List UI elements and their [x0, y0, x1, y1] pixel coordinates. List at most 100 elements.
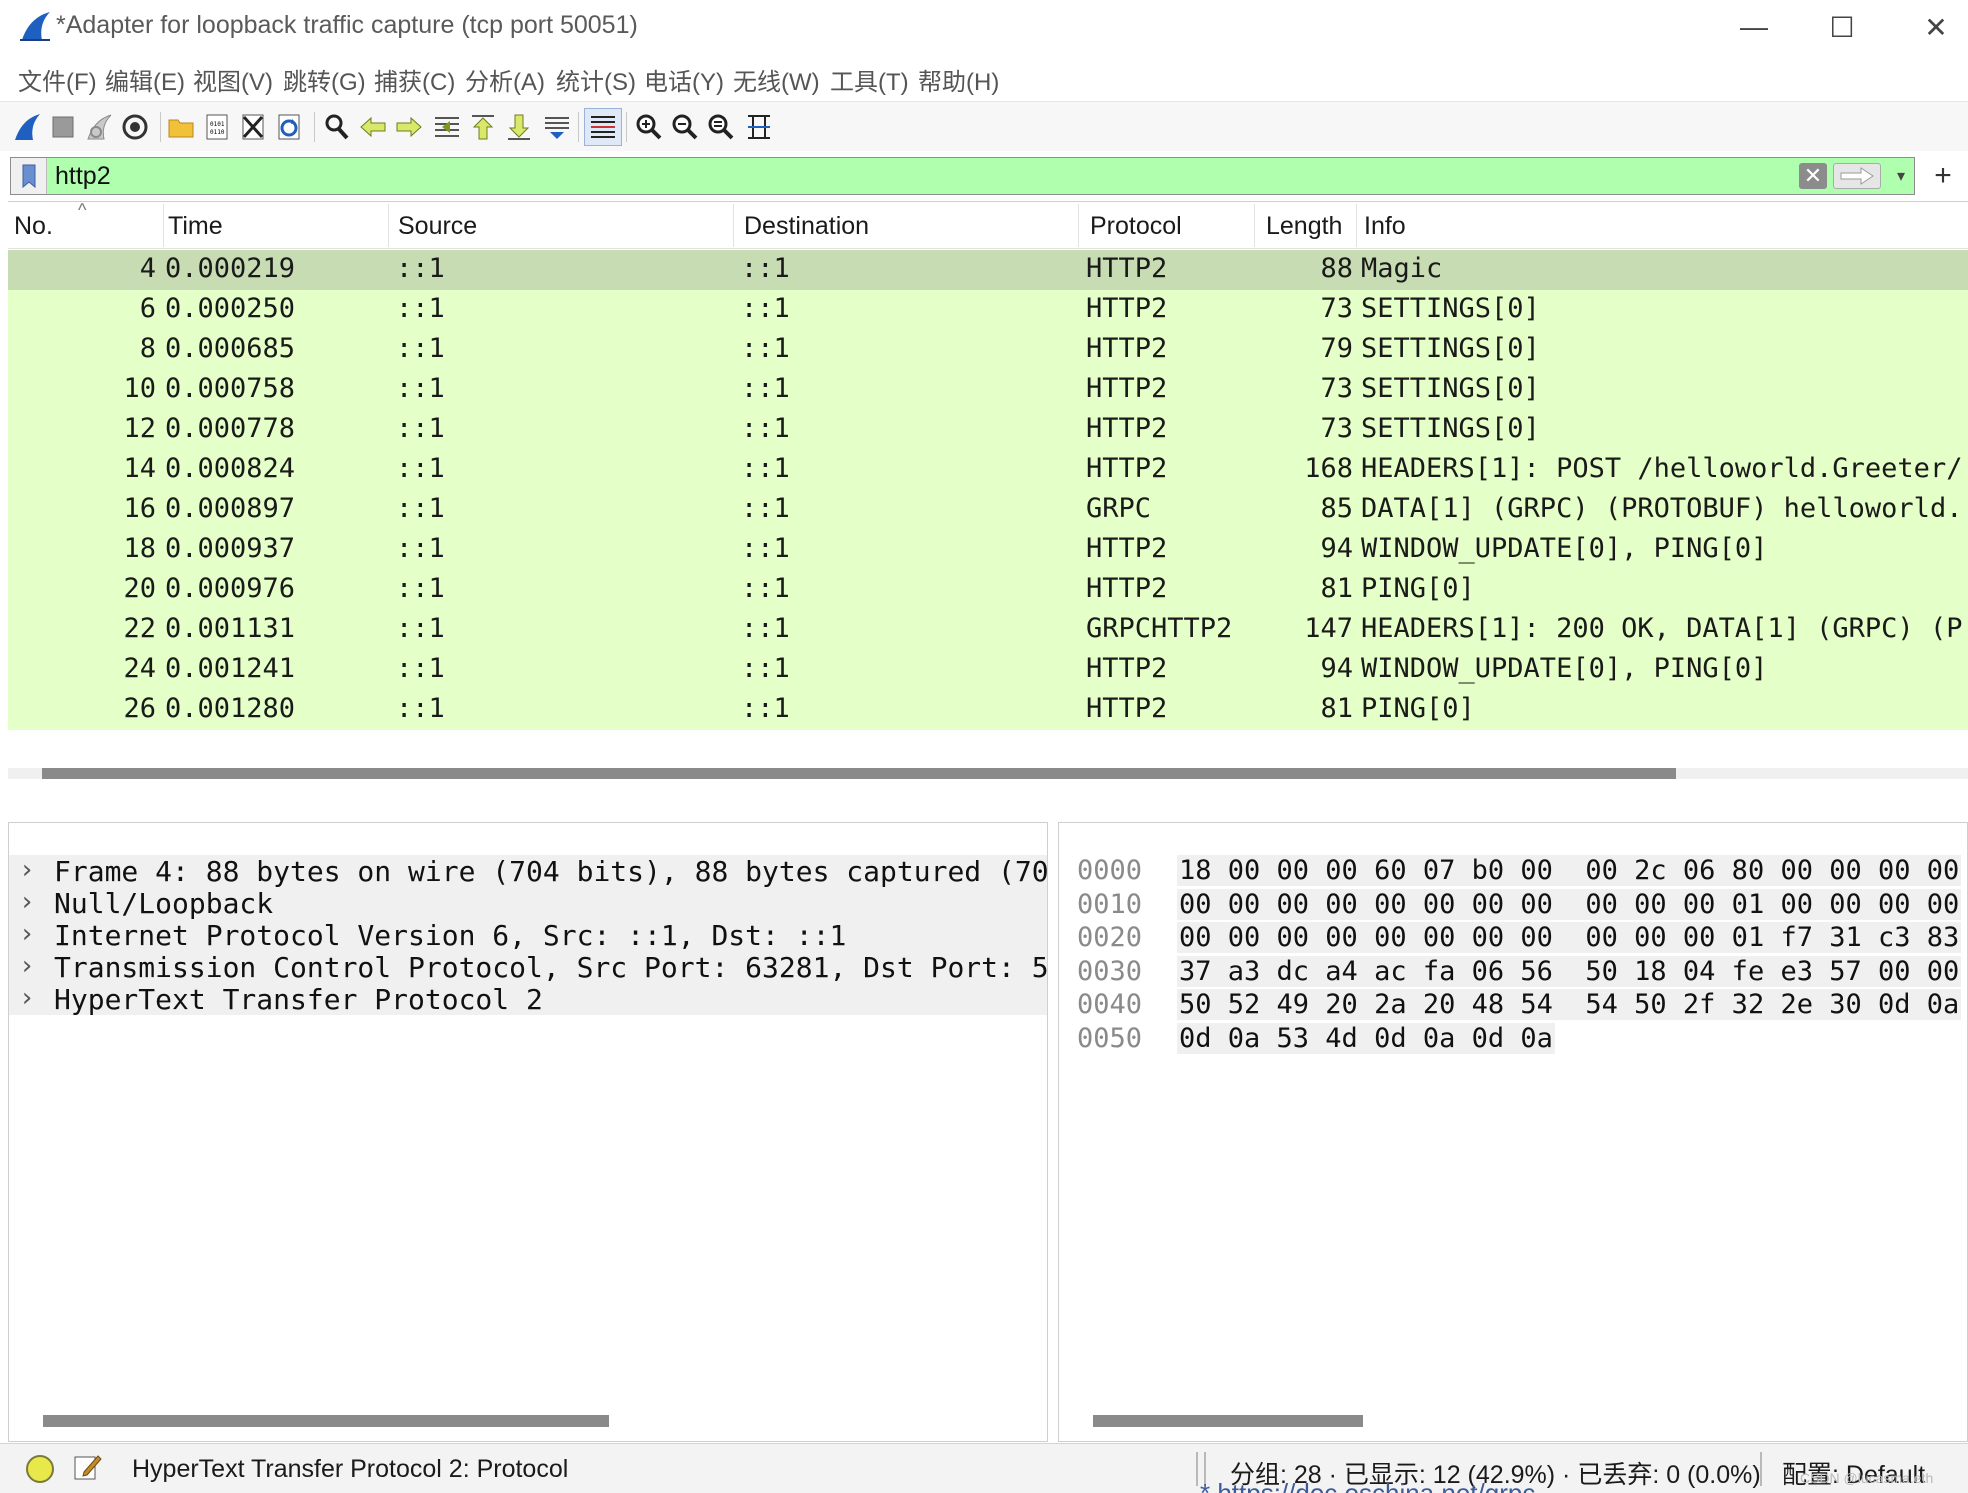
- minimize-button[interactable]: —: [1724, 6, 1784, 48]
- packet-row[interactable]: 4 0.000219::1::1 HTTP2 88 Magic: [8, 250, 1968, 290]
- menu-help[interactable]: 帮助(H): [918, 62, 999, 97]
- menu-statistics[interactable]: 统计(S): [556, 62, 636, 97]
- auto-scroll-icon: [545, 117, 569, 139]
- bytes-hscroll-thumb[interactable]: [1093, 1415, 1363, 1427]
- menu-go[interactable]: 跳转(G): [283, 62, 366, 97]
- go-to-packet-button[interactable]: [428, 108, 466, 146]
- open-file-button[interactable]: [162, 108, 200, 146]
- filter-history-dropdown[interactable]: ▾: [1887, 162, 1915, 190]
- add-filter-button[interactable]: +: [1926, 158, 1960, 194]
- zoom-reset-button[interactable]: [702, 108, 740, 146]
- close-file-button[interactable]: [234, 108, 272, 146]
- packet-row[interactable]: 14 0.000824::1::1 HTTP2 168 HEADERS[1]: POST…: [8, 450, 1968, 490]
- column-divider[interactable]: [733, 204, 734, 247]
- hex-offset: 0030: [1077, 955, 1143, 987]
- menu-analyze[interactable]: 分析(A): [465, 62, 545, 97]
- display-filter-input[interactable]: [55, 158, 1795, 194]
- capture-options-button[interactable]: [116, 108, 154, 146]
- go-first-button[interactable]: [464, 108, 502, 146]
- close-window-button[interactable]: ✕: [1906, 6, 1966, 48]
- hex-bytes[interactable]: 18 00 00 00 60 07 b0 00 00 2c 06 80 00 0…: [1177, 855, 1962, 886]
- expand-arrow-icon[interactable]: ›: [19, 951, 35, 981]
- hex-bytes[interactable]: 50 52 49 20 2a 20 48 54 54 50 2f 32 2e 3…: [1177, 989, 1962, 1020]
- column-no[interactable]: No.: [14, 212, 53, 241]
- go-forward-button[interactable]: [390, 108, 428, 146]
- open-file-icon: [168, 119, 194, 138]
- packet-row[interactable]: 26 0.001280::1::1 HTTP2 81 PING[0]: [8, 690, 1968, 730]
- cell-info: HEADERS[1]: POST /helloworld.Greeter/: [1361, 453, 1963, 484]
- watermark: CSDN @lucasma.eth: [1800, 1470, 1934, 1486]
- clear-filter-button[interactable]: ✕: [1799, 163, 1827, 189]
- start-capture-button[interactable]: [8, 108, 46, 146]
- hex-bytes[interactable]: 37 a3 dc a4 ac fa 06 56 50 18 04 fe e3 5…: [1177, 955, 1962, 987]
- packet-row[interactable]: 22 0.001131::1::1 GRPCHTTP2 147 HEADERS[1]: …: [8, 610, 1968, 650]
- packet-list-header: ^ No. Time Source Destination Protocol L…: [8, 202, 1968, 249]
- hex-bytes[interactable]: 00 00 00 00 00 00 00 00 00 00 00 01 00 0…: [1177, 888, 1962, 920]
- cell-length: 85: [1320, 493, 1353, 524]
- detail-tree-item[interactable]: › Transmission Control Protocol, Src Port…: [9, 951, 1047, 983]
- expert-info-led-icon[interactable]: [26, 1455, 54, 1483]
- column-divider[interactable]: [1356, 204, 1357, 247]
- packet-row[interactable]: 20 0.000976::1::1 HTTP2 81 PING[0]: [8, 570, 1968, 610]
- column-divider[interactable]: [163, 204, 164, 247]
- column-divider[interactable]: [1254, 204, 1255, 247]
- hex-bytes[interactable]: 00 00 00 00 00 00 00 00 00 00 00 01 f7 3…: [1177, 922, 1962, 953]
- packet-row[interactable]: 10 0.000758::1::1 HTTP2 73 SETTINGS[0]: [8, 370, 1968, 410]
- column-time[interactable]: Time: [168, 212, 223, 241]
- expand-arrow-icon[interactable]: ›: [19, 983, 35, 1013]
- menu-view[interactable]: 视图(V): [193, 62, 273, 97]
- column-info[interactable]: Info: [1364, 212, 1406, 241]
- cell-info: SETTINGS[0]: [1361, 373, 1540, 404]
- hex-bytes[interactable]: 0d 0a 53 4d 0d 0a 0d 0a: [1177, 1022, 1555, 1054]
- expand-arrow-icon[interactable]: ›: [19, 919, 35, 949]
- column-length[interactable]: Length: [1266, 212, 1342, 241]
- cell-length: 81: [1320, 573, 1353, 604]
- detail-tree-item[interactable]: › Frame 4: 88 bytes on wire (704 bits), 8…: [9, 855, 1047, 887]
- detail-tree-item[interactable]: › Null/Loopback: [9, 887, 1047, 919]
- filter-bookmark-button[interactable]: [11, 158, 47, 194]
- restart-capture-button[interactable]: [80, 108, 118, 146]
- menu-wireless[interactable]: 无线(W): [733, 62, 820, 97]
- maximize-button[interactable]: ☐: [1812, 6, 1872, 48]
- column-destination[interactable]: Destination: [744, 212, 869, 241]
- expand-arrow-icon[interactable]: ›: [19, 855, 35, 885]
- packet-row[interactable]: 12 0.000778::1::1 HTTP2 73 SETTINGS[0]: [8, 410, 1968, 450]
- go-back-icon: [360, 116, 386, 138]
- packet-row[interactable]: 18 0.000937::1::1 HTTP2 94 WINDOW_UPDATE[0],…: [8, 530, 1968, 570]
- zoom-in-button[interactable]: [630, 108, 668, 146]
- resize-columns-button[interactable]: [740, 108, 778, 146]
- packet-list-hscrollbar[interactable]: [8, 768, 1968, 779]
- menu-telephony[interactable]: 电话(Y): [644, 62, 724, 97]
- find-packet-button[interactable]: [318, 108, 356, 146]
- packet-list-hscroll-thumb[interactable]: [42, 768, 1676, 779]
- apply-filter-button[interactable]: [1833, 163, 1881, 189]
- packet-row[interactable]: 24 0.001241::1::1 HTTP2 94 WINDOW_UPDATE[0],…: [8, 650, 1968, 690]
- start-capture-icon: [15, 114, 40, 140]
- menu-edit[interactable]: 编辑(E): [105, 62, 185, 97]
- detail-tree-item[interactable]: › HyperText Transfer Protocol 2: [9, 983, 1047, 1015]
- save-file-button[interactable]: 0101 0110: [198, 108, 236, 146]
- go-last-button[interactable]: [500, 108, 538, 146]
- capture-comment-icon[interactable]: [72, 1452, 102, 1482]
- menu-capture[interactable]: 捕获(C): [374, 62, 455, 97]
- menu-file[interactable]: 文件(F): [18, 62, 97, 97]
- auto-scroll-button[interactable]: [538, 108, 576, 146]
- stop-capture-button[interactable]: [44, 108, 82, 146]
- details-hscroll-thumb[interactable]: [43, 1415, 609, 1427]
- packet-row[interactable]: 6 0.000250::1::1 HTTP2 73 SETTINGS[0]: [8, 290, 1968, 330]
- column-divider[interactable]: [1078, 204, 1079, 247]
- packet-row[interactable]: 8 0.000685::1::1 HTTP2 79 SETTINGS[0]: [8, 330, 1968, 370]
- cell-length: 94: [1320, 533, 1353, 564]
- column-divider[interactable]: [388, 204, 389, 247]
- go-back-button[interactable]: [354, 108, 392, 146]
- menu-tools[interactable]: 工具(T): [830, 62, 909, 97]
- hex-offset: 0000: [1077, 855, 1143, 886]
- detail-tree-item[interactable]: › Internet Protocol Version 6, Src: ::1, …: [9, 919, 1047, 951]
- colorize-button[interactable]: [584, 108, 622, 146]
- expand-arrow-icon[interactable]: ›: [19, 887, 35, 917]
- column-protocol[interactable]: Protocol: [1090, 212, 1182, 241]
- zoom-out-button[interactable]: [666, 108, 704, 146]
- reload-file-button[interactable]: [270, 108, 308, 146]
- packet-row[interactable]: 16 0.000897::1::1 GRPC 85 DATA[1] (GRPC) (PR…: [8, 490, 1968, 530]
- column-source[interactable]: Source: [398, 212, 477, 241]
